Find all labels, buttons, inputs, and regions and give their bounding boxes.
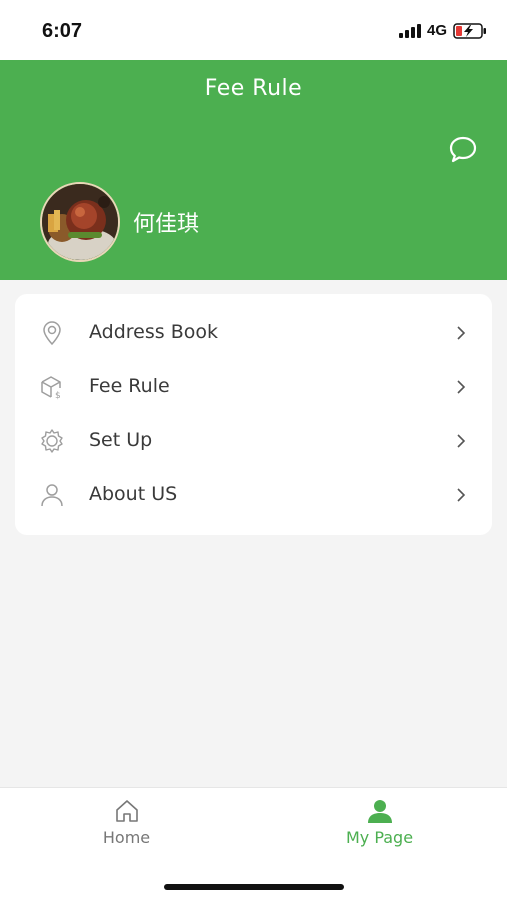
chevron-right-icon [457, 434, 466, 448]
tab-home[interactable]: Home [0, 788, 253, 855]
svg-text:$: $ [55, 391, 61, 400]
tab-my-page[interactable]: My Page [253, 788, 506, 855]
page-title: Fee Rule [204, 76, 303, 101]
avatar[interactable] [40, 182, 120, 262]
home-icon [116, 800, 138, 822]
chevron-right-icon [457, 326, 466, 340]
menu-label: Address Book [89, 321, 218, 343]
menu-label: Fee Rule [89, 375, 170, 397]
menu-label: Set Up [89, 429, 153, 451]
menu-item-about-us[interactable]: About US [15, 468, 492, 522]
chat-bubble-icon[interactable] [447, 134, 479, 166]
menu-item-set-up[interactable]: Set Up [15, 414, 492, 468]
tab-bar: Home My Page [0, 787, 507, 855]
status-indicators: 4G [398, 22, 487, 39]
menu-card: Address Book $ Fee Rule Set Up About US [15, 294, 492, 535]
chevron-right-icon [457, 488, 466, 502]
gear-icon [41, 429, 63, 453]
person-filled-icon [368, 800, 392, 823]
tab-label: Home [102, 828, 151, 847]
menu-item-address-book[interactable]: Address Book [15, 306, 492, 360]
chevron-right-icon [457, 380, 466, 394]
menu-item-fee-rule[interactable]: $ Fee Rule [15, 360, 492, 414]
home-indicator[interactable] [164, 884, 344, 890]
home-indicator-area [0, 854, 507, 900]
profile-header: Fee Rule 何佳琪 [0, 60, 507, 280]
person-icon [41, 484, 63, 507]
status-time: 6:07 [42, 20, 83, 42]
location-pin-icon [43, 321, 61, 346]
tab-label: My Page [345, 828, 414, 847]
network-label: 4G [426, 22, 447, 39]
user-name: 何佳琪 [133, 212, 200, 237]
box-dollar-icon: $ [41, 376, 61, 400]
signal-icon [398, 23, 421, 38]
menu-label: About US [89, 483, 178, 505]
status-bar: 6:07 4G [0, 0, 507, 60]
battery-charging-icon [453, 22, 486, 39]
